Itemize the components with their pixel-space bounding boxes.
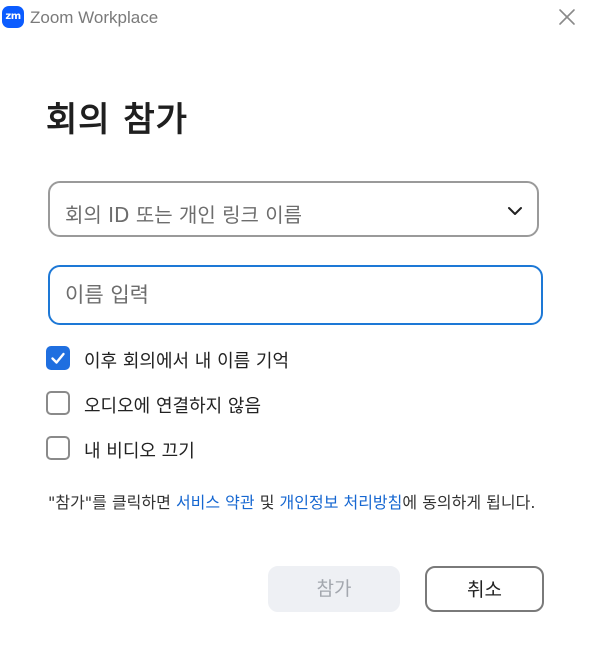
checkmark-icon <box>51 352 65 364</box>
notice-prefix: "참가"를 클릭하면 <box>48 493 176 512</box>
terms-of-service-link[interactable]: 서비스 약관 <box>176 493 255 512</box>
terms-notice: "참가"를 클릭하면 서비스 약관 및 개인정보 처리방침에 동의하게 됩니다. <box>48 490 548 516</box>
remember-name-checkbox[interactable] <box>46 346 70 370</box>
chevron-down-icon <box>508 207 522 215</box>
meeting-id-select[interactable]: 회의 ID 또는 개인 링크 이름 <box>48 181 539 237</box>
join-meeting-window: zm Zoom Workplace 회의 참가 회의 ID 또는 개인 링크 이… <box>0 0 591 655</box>
window-title: Zoom Workplace <box>30 8 159 27</box>
page-title: 회의 참가 <box>46 100 188 140</box>
cancel-button[interactable]: 취소 <box>425 566 544 612</box>
join-button[interactable]: 참가 <box>268 566 400 612</box>
remember-name-label: 이후 회의에서 내 이름 기억 <box>84 351 290 372</box>
name-input[interactable] <box>48 265 543 325</box>
no-audio-label: 오디오에 연결하지 않음 <box>84 396 262 417</box>
no-audio-checkbox[interactable] <box>46 391 70 415</box>
title-bar: zm Zoom Workplace <box>0 0 591 36</box>
close-button[interactable] <box>556 6 578 28</box>
privacy-policy-link[interactable]: 개인정보 처리방침 <box>280 493 403 512</box>
close-icon <box>559 9 575 25</box>
zoom-logo-icon: zm <box>2 6 24 28</box>
notice-middle: 및 <box>254 493 280 512</box>
notice-suffix: 에 동의하게 됩니다. <box>402 493 536 512</box>
video-off-checkbox[interactable] <box>46 436 70 460</box>
meeting-id-placeholder: 회의 ID 또는 개인 링크 이름 <box>65 203 303 227</box>
video-off-label: 내 비디오 끄기 <box>84 441 195 462</box>
